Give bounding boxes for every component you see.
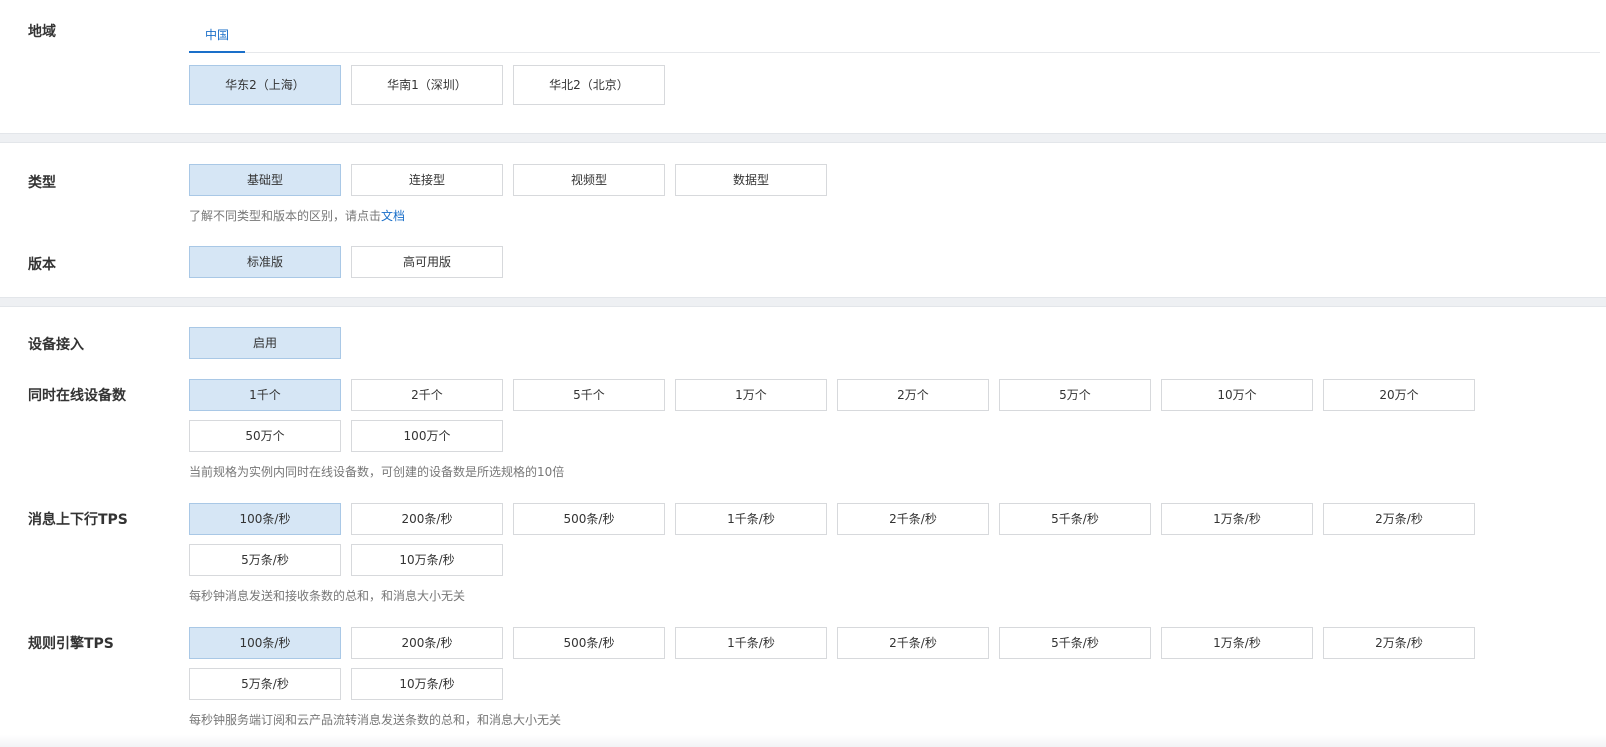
online-devices-option[interactable]: 1万个 [675, 379, 827, 411]
region-label: 地域 [28, 24, 56, 40]
version-option-ha[interactable]: 高可用版 [351, 246, 503, 278]
type-option-data[interactable]: 数据型 [675, 164, 827, 196]
rule-tps-hint: 每秒钟服务端订阅和云产品流转消息发送条数的总和，和消息大小无关 [189, 713, 562, 727]
rule-tps-option[interactable]: 5千条/秒 [999, 627, 1151, 659]
rule-tps-option[interactable]: 200条/秒 [351, 627, 503, 659]
online-devices-hint: 当前规格为实例内同时在线设备数，可创建的设备数是所选规格的10倍 [189, 465, 565, 479]
online-devices-option[interactable]: 2万个 [837, 379, 989, 411]
rule-tps-option[interactable]: 2万条/秒 [1323, 627, 1475, 659]
message-tps-option[interactable]: 200条/秒 [351, 503, 503, 535]
message-tps-hint: 每秒钟消息发送和接收条数的总和，和消息大小无关 [189, 589, 466, 603]
message-tps-option[interactable]: 2万条/秒 [1323, 503, 1475, 535]
online-devices-option[interactable]: 50万个 [189, 420, 341, 452]
rule-tps-option[interactable]: 5万条/秒 [189, 668, 341, 700]
bottom-shade [0, 735, 1606, 747]
section-divider [0, 133, 1606, 143]
rule-tps-option[interactable]: 10万条/秒 [351, 668, 503, 700]
region-option-east2[interactable]: 华东2（上海） [189, 65, 341, 105]
version-option-standard[interactable]: 标准版 [189, 246, 341, 278]
message-tps-option[interactable]: 1千条/秒 [675, 503, 827, 535]
online-devices-option[interactable]: 1千个 [189, 379, 341, 411]
region-option-north2[interactable]: 华北2（北京） [513, 65, 665, 105]
online-devices-option[interactable]: 2千个 [351, 379, 503, 411]
type-label: 类型 [28, 175, 56, 191]
device-access-option-enable[interactable]: 启用 [189, 327, 341, 359]
rule-tps-option[interactable]: 2千条/秒 [837, 627, 989, 659]
section-divider [0, 297, 1606, 307]
type-version-section: 类型 基础型 连接型 视频型 数据型 了解不同类型和版本的区别，请点击文档 版本… [0, 143, 1606, 297]
region-tabs: 中国 [189, 17, 1600, 53]
rule-tps-label: 规则引擎TPS [28, 636, 114, 652]
message-tps-label: 消息上下行TPS [28, 512, 128, 528]
message-tps-option[interactable]: 5千条/秒 [999, 503, 1151, 535]
region-section: 地域 中国 华东2（上海） 华南1（深圳） 华北2（北京） [0, 0, 1606, 133]
message-tps-option[interactable]: 100条/秒 [189, 503, 341, 535]
type-option-basic[interactable]: 基础型 [189, 164, 341, 196]
rule-tps-option[interactable]: 1千条/秒 [675, 627, 827, 659]
docs-link[interactable]: 文档 [381, 209, 405, 223]
message-tps-option[interactable]: 5万条/秒 [189, 544, 341, 576]
message-tps-option[interactable]: 1万条/秒 [1161, 503, 1313, 535]
online-devices-option[interactable]: 10万个 [1161, 379, 1313, 411]
rule-tps-option[interactable]: 1万条/秒 [1161, 627, 1313, 659]
rule-tps-option[interactable]: 500条/秒 [513, 627, 665, 659]
message-tps-option[interactable]: 500条/秒 [513, 503, 665, 535]
tab-china[interactable]: 中国 [189, 17, 245, 53]
type-option-connect[interactable]: 连接型 [351, 164, 503, 196]
region-option-south1[interactable]: 华南1（深圳） [351, 65, 503, 105]
version-label: 版本 [28, 257, 56, 273]
online-devices-label: 同时在线设备数 [28, 388, 126, 404]
online-devices-option[interactable]: 100万个 [351, 420, 503, 452]
online-devices-option[interactable]: 5千个 [513, 379, 665, 411]
device-access-label: 设备接入 [28, 337, 84, 353]
type-option-video[interactable]: 视频型 [513, 164, 665, 196]
message-tps-option[interactable]: 2千条/秒 [837, 503, 989, 535]
online-devices-option[interactable]: 5万个 [999, 379, 1151, 411]
rule-tps-option[interactable]: 100条/秒 [189, 627, 341, 659]
message-tps-option[interactable]: 10万条/秒 [351, 544, 503, 576]
type-hint-text: 了解不同类型和版本的区别，请点击 [189, 209, 382, 223]
type-hint: 了解不同类型和版本的区别，请点击文档 [189, 208, 405, 224]
specs-section: 设备接入 启用 同时在线设备数 1千个 2千个 5千个 1万个 2万个 5万个 … [0, 307, 1606, 735]
online-devices-option[interactable]: 20万个 [1323, 379, 1475, 411]
